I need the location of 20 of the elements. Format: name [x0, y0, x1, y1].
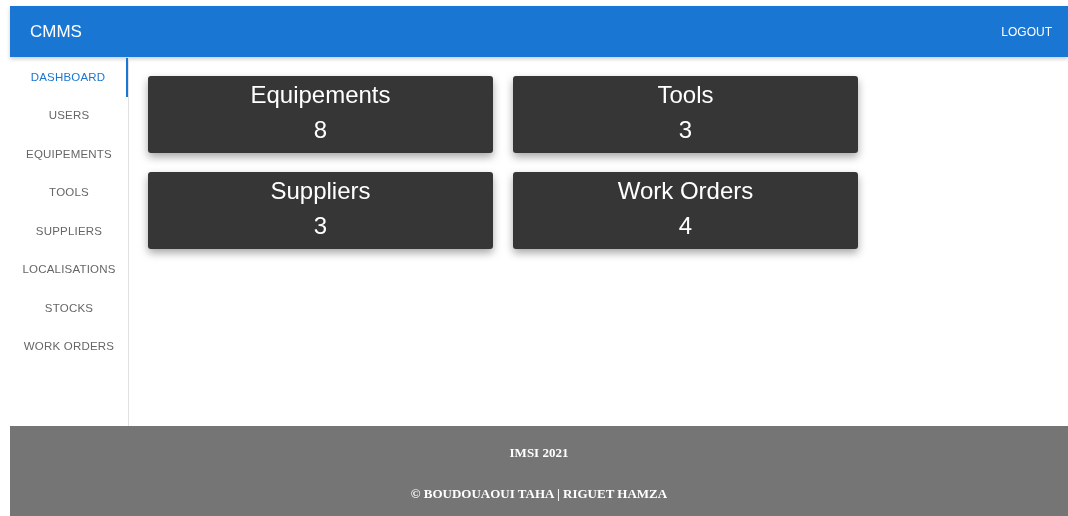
footer-text: IMSI 2021	[509, 443, 569, 462]
card-count: 8	[313, 115, 328, 145]
footer-text: © BOUDOUAOUI TAHA | RIGUET HAMZA	[410, 484, 668, 503]
sidebar-item[interactable]: USERS	[10, 96, 128, 135]
sidebar-item[interactable]: SUPPLIERS	[10, 212, 128, 251]
sidebar-item[interactable]: LOCALISATIONS	[10, 250, 128, 289]
logout-button[interactable]: LOGOUT	[1001, 22, 1052, 41]
sidebar-item[interactable]: DASHBOARD	[10, 58, 128, 97]
app-title: CMMS	[30, 20, 82, 43]
sidebar-item[interactable]: WORK ORDERS	[10, 327, 128, 366]
card-count: 3	[313, 211, 328, 241]
card-count: 4	[678, 211, 693, 241]
sidebar-item[interactable]: TOOLS	[10, 173, 128, 212]
card-title: Suppliers	[270, 176, 371, 206]
card-title: Work Orders	[617, 176, 754, 206]
card-title: Equipements	[250, 80, 391, 110]
card-title: Tools	[657, 80, 714, 110]
sidebar-item[interactable]: STOCKS	[10, 289, 128, 328]
sidebar-item[interactable]: EQUIPEMENTS	[10, 135, 128, 174]
card-count: 3	[678, 115, 693, 145]
